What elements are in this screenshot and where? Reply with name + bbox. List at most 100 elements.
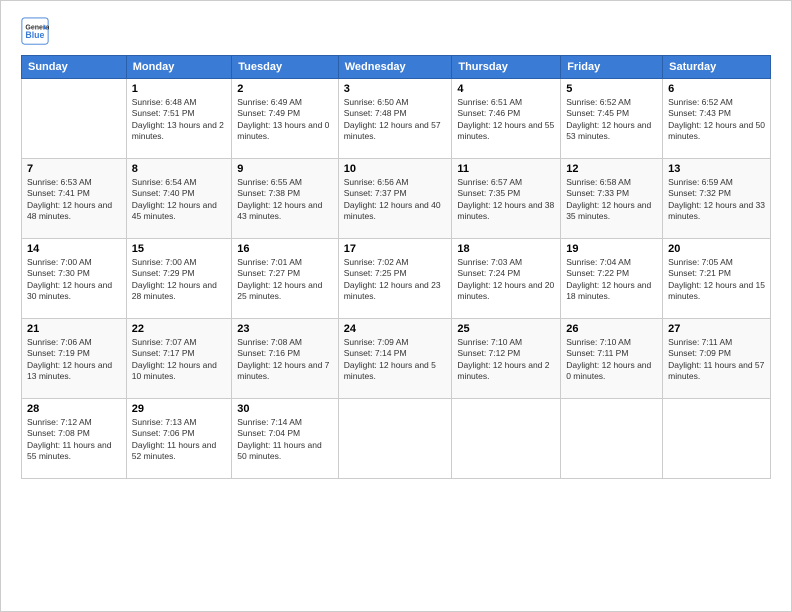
day-info: Sunrise: 7:09 AMSunset: 7:14 PMDaylight:… <box>344 337 447 383</box>
day-info: Sunrise: 6:48 AMSunset: 7:51 PMDaylight:… <box>132 97 227 143</box>
day-info: Sunrise: 7:06 AMSunset: 7:19 PMDaylight:… <box>27 337 121 383</box>
day-number: 14 <box>27 243 121 255</box>
day-number: 24 <box>344 323 447 335</box>
day-number: 8 <box>132 163 227 175</box>
day-cell: 22 Sunrise: 7:07 AMSunset: 7:17 PMDayligh… <box>126 319 232 399</box>
day-number: 19 <box>566 243 657 255</box>
day-number: 5 <box>566 83 657 95</box>
day-info: Sunrise: 6:57 AMSunset: 7:35 PMDaylight:… <box>457 177 555 223</box>
day-cell <box>452 399 561 479</box>
calendar-table: SundayMondayTuesdayWednesdayThursdayFrid… <box>21 55 771 479</box>
day-cell: 7 Sunrise: 6:53 AMSunset: 7:41 PMDaylight… <box>22 159 127 239</box>
day-cell: 15 Sunrise: 7:00 AMSunset: 7:29 PMDayligh… <box>126 239 232 319</box>
day-cell: 17 Sunrise: 7:02 AMSunset: 7:25 PMDayligh… <box>338 239 452 319</box>
header-friday: Friday <box>561 56 663 79</box>
day-info: Sunrise: 7:00 AMSunset: 7:29 PMDaylight:… <box>132 257 227 303</box>
day-cell: 28 Sunrise: 7:12 AMSunset: 7:08 PMDayligh… <box>22 399 127 479</box>
logo-icon: General Blue <box>21 17 49 45</box>
day-cell: 3Sunrise: 6:50 AMSunset: 7:48 PMDaylight… <box>338 79 452 159</box>
day-number: 18 <box>457 243 555 255</box>
day-info: Sunrise: 7:14 AMSunset: 7:04 PMDaylight:… <box>237 417 332 463</box>
day-cell: 10Sunrise: 6:56 AMSunset: 7:37 PMDayligh… <box>338 159 452 239</box>
day-info: Sunrise: 7:13 AMSunset: 7:06 PMDaylight:… <box>132 417 227 463</box>
header-thursday: Thursday <box>452 56 561 79</box>
day-number: 3 <box>344 83 447 95</box>
day-cell: 19 Sunrise: 7:04 AMSunset: 7:22 PMDayligh… <box>561 239 663 319</box>
week-row-4: 21 Sunrise: 7:06 AMSunset: 7:19 PMDayligh… <box>22 319 771 399</box>
day-info: Sunrise: 7:05 AMSunset: 7:21 PMDaylight:… <box>668 257 765 303</box>
header-sunday: Sunday <box>22 56 127 79</box>
day-number: 12 <box>566 163 657 175</box>
day-cell <box>561 399 663 479</box>
day-number: 20 <box>668 243 765 255</box>
day-cell: 20 Sunrise: 7:05 AMSunset: 7:21 PMDayligh… <box>663 239 771 319</box>
day-cell <box>663 399 771 479</box>
day-number: 11 <box>457 163 555 175</box>
day-number: 15 <box>132 243 227 255</box>
day-number: 22 <box>132 323 227 335</box>
header-wednesday: Wednesday <box>338 56 452 79</box>
day-cell: 27 Sunrise: 7:11 AMSunset: 7:09 PMDayligh… <box>663 319 771 399</box>
day-info: Sunrise: 6:56 AMSunset: 7:37 PMDaylight:… <box>344 177 447 223</box>
svg-text:Blue: Blue <box>25 30 44 40</box>
day-cell: 18Sunrise: 7:03 AMSunset: 7:24 PMDayligh… <box>452 239 561 319</box>
day-number: 23 <box>237 323 332 335</box>
day-cell: 13Sunrise: 6:59 AMSunset: 7:32 PMDayligh… <box>663 159 771 239</box>
day-number: 16 <box>237 243 332 255</box>
day-info: Sunrise: 7:12 AMSunset: 7:08 PMDaylight:… <box>27 417 121 463</box>
day-cell: 24 Sunrise: 7:09 AMSunset: 7:14 PMDayligh… <box>338 319 452 399</box>
day-number: 2 <box>237 83 332 95</box>
day-cell: 16 Sunrise: 7:01 AMSunset: 7:27 PMDayligh… <box>232 239 338 319</box>
day-cell: 9Sunrise: 6:55 AMSunset: 7:38 PMDaylight… <box>232 159 338 239</box>
week-row-2: 7 Sunrise: 6:53 AMSunset: 7:41 PMDaylight… <box>22 159 771 239</box>
day-info: Sunrise: 7:07 AMSunset: 7:17 PMDaylight:… <box>132 337 227 383</box>
week-row-5: 28 Sunrise: 7:12 AMSunset: 7:08 PMDayligh… <box>22 399 771 479</box>
day-number: 6 <box>668 83 765 95</box>
day-info: Sunrise: 6:52 AMSunset: 7:45 PMDaylight:… <box>566 97 657 143</box>
day-cell <box>338 399 452 479</box>
day-info: Sunrise: 7:00 AMSunset: 7:30 PMDaylight:… <box>27 257 121 303</box>
day-info: Sunrise: 6:54 AMSunset: 7:40 PMDaylight:… <box>132 177 227 223</box>
day-info: Sunrise: 6:49 AMSunset: 7:49 PMDaylight:… <box>237 97 332 143</box>
day-number: 7 <box>27 163 121 175</box>
day-cell: 30 Sunrise: 7:14 AMSunset: 7:04 PMDayligh… <box>232 399 338 479</box>
day-info: Sunrise: 7:02 AMSunset: 7:25 PMDaylight:… <box>344 257 447 303</box>
day-info: Sunrise: 6:51 AMSunset: 7:46 PMDaylight:… <box>457 97 555 143</box>
day-info: Sunrise: 7:10 AMSunset: 7:11 PMDaylight:… <box>566 337 657 383</box>
day-cell: 26 Sunrise: 7:10 AMSunset: 7:11 PMDayligh… <box>561 319 663 399</box>
day-info: Sunrise: 6:55 AMSunset: 7:38 PMDaylight:… <box>237 177 332 223</box>
day-cell: 14 Sunrise: 7:00 AMSunset: 7:30 PMDayligh… <box>22 239 127 319</box>
day-cell: 25 Sunrise: 7:10 AMSunset: 7:12 PMDayligh… <box>452 319 561 399</box>
day-cell: 6Sunrise: 6:52 AMSunset: 7:43 PMDaylight… <box>663 79 771 159</box>
day-number: 4 <box>457 83 555 95</box>
day-number: 28 <box>27 403 121 415</box>
day-info: Sunrise: 6:59 AMSunset: 7:32 PMDaylight:… <box>668 177 765 223</box>
day-number: 27 <box>668 323 765 335</box>
day-info: Sunrise: 7:11 AMSunset: 7:09 PMDaylight:… <box>668 337 765 383</box>
day-cell: 12 Sunrise: 6:58 AMSunset: 7:33 PMDayligh… <box>561 159 663 239</box>
day-cell: 11 Sunrise: 6:57 AMSunset: 7:35 PMDayligh… <box>452 159 561 239</box>
day-info: Sunrise: 7:01 AMSunset: 7:27 PMDaylight:… <box>237 257 332 303</box>
day-cell: 29 Sunrise: 7:13 AMSunset: 7:06 PMDayligh… <box>126 399 232 479</box>
header-row: SundayMondayTuesdayWednesdayThursdayFrid… <box>22 56 771 79</box>
day-info: Sunrise: 7:04 AMSunset: 7:22 PMDaylight:… <box>566 257 657 303</box>
header-saturday: Saturday <box>663 56 771 79</box>
day-number: 30 <box>237 403 332 415</box>
day-cell: 23Sunrise: 7:08 AMSunset: 7:16 PMDayligh… <box>232 319 338 399</box>
week-row-1: 1Sunrise: 6:48 AMSunset: 7:51 PMDaylight… <box>22 79 771 159</box>
week-row-3: 14 Sunrise: 7:00 AMSunset: 7:30 PMDayligh… <box>22 239 771 319</box>
day-info: Sunrise: 7:10 AMSunset: 7:12 PMDaylight:… <box>457 337 555 383</box>
day-cell <box>22 79 127 159</box>
day-info: Sunrise: 6:58 AMSunset: 7:33 PMDaylight:… <box>566 177 657 223</box>
day-number: 26 <box>566 323 657 335</box>
day-cell: 21 Sunrise: 7:06 AMSunset: 7:19 PMDayligh… <box>22 319 127 399</box>
header-monday: Monday <box>126 56 232 79</box>
logo: General Blue <box>21 17 49 45</box>
day-number: 29 <box>132 403 227 415</box>
day-number: 21 <box>27 323 121 335</box>
day-number: 17 <box>344 243 447 255</box>
day-number: 25 <box>457 323 555 335</box>
header-tuesday: Tuesday <box>232 56 338 79</box>
day-info: Sunrise: 6:53 AMSunset: 7:41 PMDaylight:… <box>27 177 121 223</box>
day-cell: 5 Sunrise: 6:52 AMSunset: 7:45 PMDaylight… <box>561 79 663 159</box>
